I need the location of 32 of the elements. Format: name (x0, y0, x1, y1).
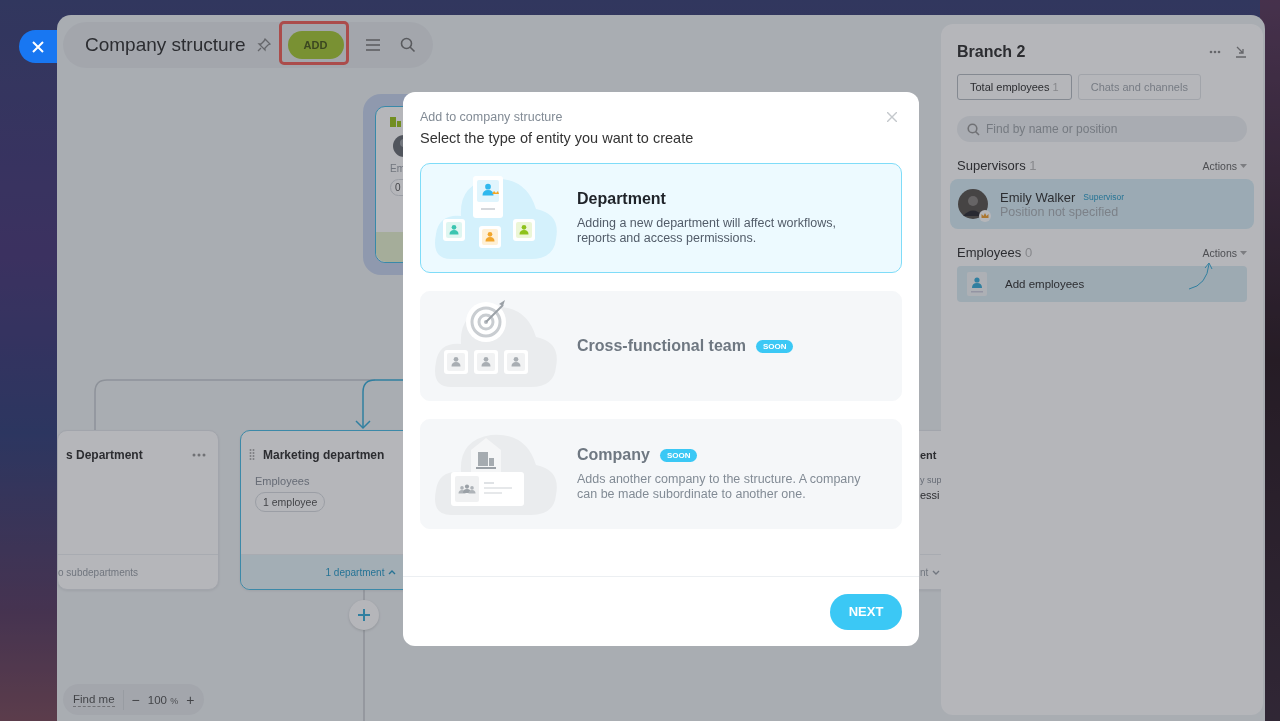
footer-text: 1 department (325, 566, 385, 578)
option-title: Cross-functional team (577, 337, 746, 355)
actions-dropdown[interactable]: Actions (1202, 159, 1247, 172)
option-description: Adds another company to the structure. A company can be made subordinate to another one. (577, 472, 862, 502)
dialog-title: Select the type of entity you want to create (420, 130, 695, 146)
option-description: Adding a new department will affect workflows, reports and access permissions. (577, 216, 837, 246)
option-title: Department (577, 190, 666, 208)
dialog-subtitle: Add to company structure (420, 110, 564, 124)
footer-text: nt (920, 566, 929, 578)
soon-badge: SOON (755, 339, 794, 353)
add-employees-button[interactable]: Add employees (957, 266, 1247, 302)
zoom-level: 100 % (147, 693, 179, 706)
actions-dropdown[interactable]: Actions (1202, 246, 1247, 259)
soon-badge: SOON (659, 448, 698, 462)
department-title: s Department (66, 448, 143, 462)
entity-option[interactable]: Department Adding a new department will affect workflows, reports and access permissions. (420, 163, 902, 273)
footer-text: o subdepartments (58, 566, 139, 578)
add-button[interactable]: ADD (287, 31, 344, 59)
field-label: Employees (254, 474, 311, 487)
department-title: Marketing departmen (263, 448, 385, 462)
option-title: Company (577, 446, 650, 464)
department-title: ent (920, 449, 937, 461)
panel-title: Branch 2 (957, 43, 1027, 61)
find-me-link[interactable]: Find me (73, 692, 115, 707)
zoom-out-button[interactable]: − (131, 691, 140, 708)
person-name: Emily Walker (1000, 189, 1076, 205)
department-card[interactable]: s Department o subdepartments (57, 430, 219, 590)
role-label: Supervisor (1083, 192, 1124, 202)
field-value: essi (920, 489, 941, 501)
zoom-in-button[interactable]: + (186, 691, 195, 708)
field-label: y sup (920, 474, 943, 485)
page-title: Company structure (85, 34, 246, 56)
